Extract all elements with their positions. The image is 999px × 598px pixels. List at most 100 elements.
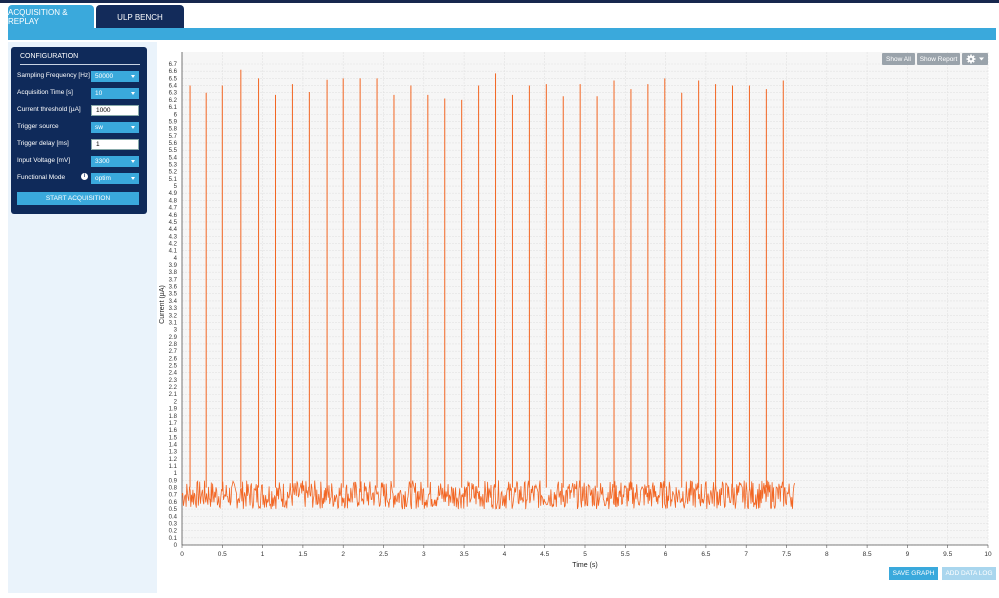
y-tick-label: 6 bbox=[174, 112, 178, 118]
add-data-log-button[interactable]: ADD DATA LOG bbox=[942, 567, 996, 580]
y-tick-label: 2 bbox=[174, 399, 178, 405]
y-tick-label: 1 bbox=[174, 471, 178, 477]
y-tick-label: 0.2 bbox=[169, 529, 178, 535]
current-threshold-row: Current threshold [µA] 1000 bbox=[17, 105, 141, 117]
x-tick-label: 0 bbox=[180, 551, 184, 558]
trigger-source-row: Trigger source sw bbox=[17, 122, 141, 134]
current-chart[interactable]: 00.10.20.30.40.50.60.70.80.911.11.21.31.… bbox=[159, 42, 996, 593]
y-tick-label: 3.5 bbox=[169, 292, 178, 298]
x-tick-label: 9.5 bbox=[943, 551, 952, 558]
y-tick-label: 4 bbox=[174, 256, 178, 262]
y-tick-label: 0.4 bbox=[169, 514, 178, 520]
y-tick-label: 0.3 bbox=[169, 521, 178, 527]
y-tick-label: 5.7 bbox=[169, 134, 178, 140]
x-tick-label: 6 bbox=[664, 551, 668, 558]
chevron-down-icon bbox=[131, 160, 135, 163]
trigger-source-value: sw bbox=[95, 124, 103, 131]
y-tick-label: 6.2 bbox=[169, 98, 178, 104]
y-tick-label: 1.8 bbox=[169, 414, 178, 420]
x-tick-label: 0.5 bbox=[218, 551, 227, 558]
save-graph-button[interactable]: SAVE GRAPH bbox=[889, 567, 938, 580]
y-tick-label: 1.2 bbox=[169, 457, 178, 463]
y-tick-label: 3.8 bbox=[169, 270, 178, 276]
y-tick-label: 2.5 bbox=[169, 364, 178, 370]
x-tick-label: 10 bbox=[984, 551, 992, 558]
y-tick-label: 6.5 bbox=[169, 76, 178, 82]
sampling-frequency-select[interactable]: 50000 bbox=[91, 71, 139, 82]
y-tick-label: 1.4 bbox=[169, 442, 178, 448]
y-tick-label: 6.6 bbox=[169, 69, 178, 75]
y-axis-label: Current (µA) bbox=[159, 285, 166, 324]
y-tick-label: 1.1 bbox=[169, 464, 178, 470]
trigger-delay-label: Trigger delay [ms] bbox=[17, 140, 69, 147]
y-tick-label: 5.9 bbox=[169, 119, 178, 125]
y-tick-label: 4.9 bbox=[169, 191, 178, 197]
acquisition-time-select[interactable]: 10 bbox=[91, 88, 139, 99]
y-tick-label: 0.7 bbox=[169, 493, 178, 499]
trigger-source-label: Trigger source bbox=[17, 123, 59, 130]
input-voltage-row: Input Voltage [mV] 3300 bbox=[17, 156, 141, 168]
config-title: CONFIGURATION bbox=[20, 53, 140, 65]
y-tick-label: 1.5 bbox=[169, 435, 178, 441]
show-all-button[interactable]: Show All bbox=[882, 53, 915, 65]
x-tick-label: 8.5 bbox=[863, 551, 872, 558]
input-voltage-value: 3300 bbox=[95, 158, 110, 165]
tab-ulp-bench[interactable]: ULP BENCH bbox=[96, 5, 184, 29]
chart-area: 0 0.1 0.2 0.3 0.4 0.5 0.6 0.7 0.8 0.9 1 1.1 1.2 1.3 1.… bbox=[159, 42, 996, 593]
trigger-source-select[interactable]: sw bbox=[91, 122, 139, 133]
tab-underline-bar bbox=[8, 28, 996, 40]
y-tick-label: 0.5 bbox=[169, 507, 178, 513]
y-tick-label: 4.1 bbox=[169, 249, 178, 255]
y-tick-label: 0 bbox=[174, 543, 178, 549]
functional-mode-value: optim bbox=[95, 175, 111, 182]
y-tick-label: 6.7 bbox=[169, 62, 178, 68]
x-tick-label: 7 bbox=[744, 551, 748, 558]
current-threshold-input[interactable]: 1000 bbox=[91, 105, 139, 116]
x-axis-label: Time (s) bbox=[572, 562, 597, 569]
y-tick-label: 5.8 bbox=[169, 127, 178, 133]
y-tick-label: 2.4 bbox=[169, 371, 178, 377]
y-tick-label: 2.3 bbox=[169, 378, 178, 384]
y-tick-label: 5 bbox=[174, 184, 178, 190]
y-tick-label: 2.9 bbox=[169, 335, 178, 341]
y-tick-label: 5.2 bbox=[169, 170, 178, 176]
acquisition-time-value: 10 bbox=[95, 90, 103, 97]
x-tick-label: 5.5 bbox=[621, 551, 630, 558]
tab-acquisition-replay[interactable]: ACQUISITION & REPLAY bbox=[8, 5, 94, 29]
settings-menu-button[interactable] bbox=[962, 53, 988, 65]
y-tick-label: 1.9 bbox=[169, 407, 178, 413]
y-tick-label: 0.6 bbox=[169, 500, 178, 506]
functional-mode-select[interactable]: optim bbox=[91, 173, 139, 184]
x-tick-label: 9 bbox=[906, 551, 910, 558]
y-tick-label: 0.9 bbox=[169, 478, 178, 484]
y-tick-label: 5.3 bbox=[169, 163, 178, 169]
y-tick-label: 2.2 bbox=[169, 385, 178, 391]
y-tick-label: 6.4 bbox=[169, 84, 178, 90]
start-acquisition-button[interactable]: START ACQUISITION bbox=[17, 192, 139, 205]
x-tick-label: 5 bbox=[583, 551, 587, 558]
y-tick-label: 3.9 bbox=[169, 263, 178, 269]
trigger-delay-row: Trigger delay [ms] 1 bbox=[17, 139, 141, 151]
y-tick-label: 2.8 bbox=[169, 342, 178, 348]
y-tick-label: 4.3 bbox=[169, 234, 178, 240]
show-report-button[interactable]: Show Report bbox=[917, 53, 960, 65]
chevron-down-icon bbox=[131, 177, 135, 180]
sampling-frequency-value: 50000 bbox=[95, 73, 114, 80]
chevron-down-icon bbox=[131, 75, 135, 78]
x-tick-label: 8 bbox=[825, 551, 829, 558]
gear-icon bbox=[966, 54, 984, 64]
trigger-delay-input[interactable]: 1 bbox=[91, 139, 139, 150]
y-tick-label: 1.3 bbox=[169, 450, 178, 456]
input-voltage-select[interactable]: 3300 bbox=[91, 156, 139, 167]
x-tick-label: 1.5 bbox=[298, 551, 307, 558]
y-tick-label: 5.6 bbox=[169, 141, 178, 147]
y-tick-label: 4.4 bbox=[169, 227, 178, 233]
y-tick-label: 2.1 bbox=[169, 392, 178, 398]
current-threshold-label: Current threshold [µA] bbox=[17, 106, 81, 113]
info-icon[interactable]: i bbox=[81, 173, 88, 180]
acquisition-time-label: Acquisition Time [s] bbox=[17, 89, 73, 96]
y-tick-label: 5.1 bbox=[169, 177, 178, 183]
x-tick-label: 2.5 bbox=[379, 551, 388, 558]
y-tick-label: 0.8 bbox=[169, 486, 178, 492]
x-tick-label: 2 bbox=[341, 551, 345, 558]
